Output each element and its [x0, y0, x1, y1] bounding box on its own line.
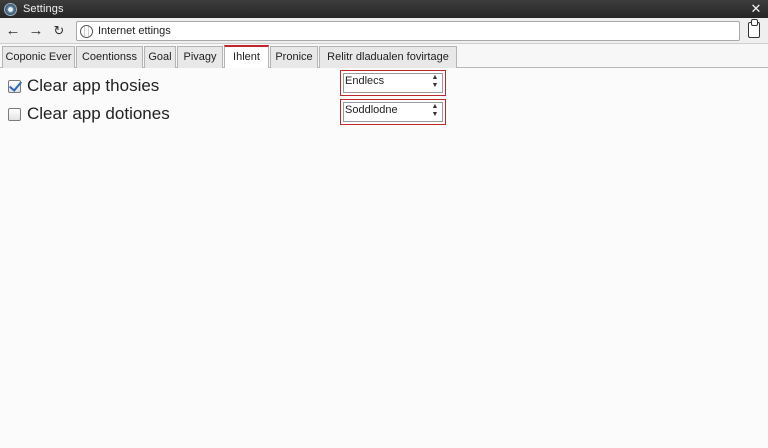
navigation-bar: ← → ↻ Internet ettings: [0, 18, 768, 44]
option-row: Clear app thosies: [8, 76, 159, 96]
title-bar: Settings ✕: [0, 0, 768, 18]
clipboard-icon[interactable]: [748, 19, 760, 38]
spin-arrows-icon[interactable]: ▲ ▼: [431, 103, 439, 121]
app-icon: [4, 2, 17, 16]
back-button[interactable]: ←: [4, 22, 22, 40]
address-text: Internet ettings: [98, 25, 171, 37]
tab-goal[interactable]: Goal: [144, 46, 176, 68]
tab-pronice[interactable]: Pronice: [270, 46, 318, 68]
select-value: Soddlodne: [345, 104, 398, 116]
settings-panel: Clear app thosies Endlecs ▲ ▼ Clear app d…: [0, 68, 768, 448]
tab-coentionss[interactable]: Coentionss: [76, 46, 143, 68]
option-label: Clear app dotiones: [27, 104, 170, 123]
tab-relitr-dladualen-fovirtage[interactable]: Relitr dladualen fovirtage: [319, 46, 457, 68]
option-row: Clear app dotiones: [8, 104, 170, 124]
tab-pivagy[interactable]: Pivagy: [177, 46, 223, 68]
reload-button[interactable]: ↻: [50, 22, 68, 40]
tab-bar: Coponic Ever Coentionss Goal Pivagy Ihle…: [0, 44, 768, 69]
forward-button[interactable]: →: [27, 22, 45, 40]
address-bar[interactable]: Internet ettings: [76, 21, 740, 41]
clear-app-thosies-checkbox[interactable]: [8, 79, 21, 93]
window-title: Settings: [23, 3, 64, 15]
globe-icon: [80, 24, 93, 38]
select-value: Endlecs: [345, 75, 385, 87]
tab-coponic-ever[interactable]: Coponic Ever: [2, 46, 75, 68]
option-1-select[interactable]: Endlecs ▲ ▼: [340, 70, 446, 96]
spin-arrows-icon[interactable]: ▲ ▼: [431, 74, 439, 92]
clear-app-dotiones-checkbox[interactable]: [8, 107, 21, 121]
option-2-select[interactable]: Soddlodne ▲ ▼: [340, 99, 446, 125]
option-label: Clear app thosies: [27, 76, 160, 95]
close-button[interactable]: ✕: [749, 2, 763, 16]
tab-ihlent[interactable]: Ihlent: [224, 45, 269, 69]
